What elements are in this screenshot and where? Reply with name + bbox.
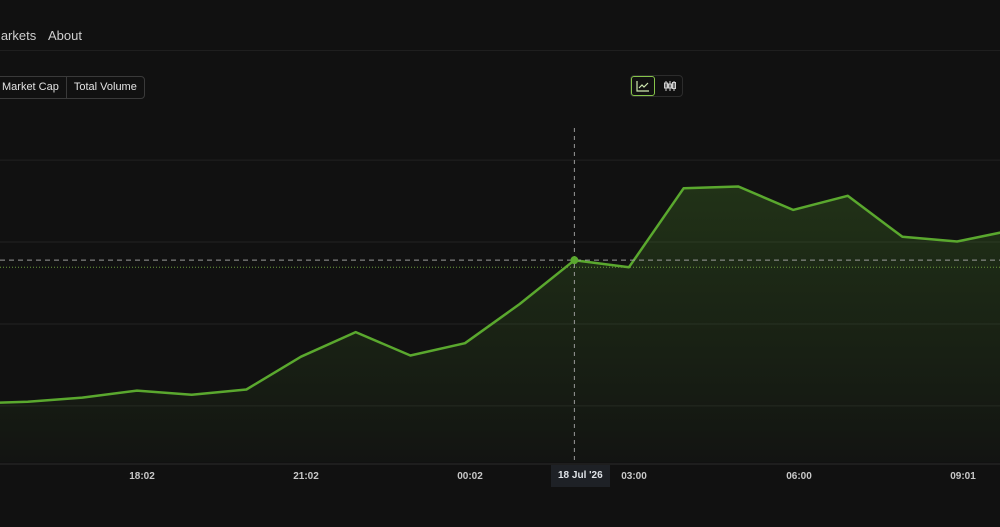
x-tick-label: 00:02 <box>457 471 483 482</box>
x-tick-label: 21:02 <box>293 471 319 482</box>
chart-view-toggle <box>630 75 683 97</box>
x-tick-label: 18:02 <box>129 471 155 482</box>
candlestick-icon <box>664 81 676 91</box>
line-chart-icon <box>636 81 649 92</box>
x-tick-label: 06:00 <box>786 471 812 482</box>
crosshair-date-label: 18 Jul '26 <box>551 465 610 487</box>
nav-about-link[interactable]: About <box>48 28 82 43</box>
candlestick-view-button[interactable] <box>658 76 682 96</box>
x-tick-label: 09:01 <box>950 471 976 482</box>
line-view-button[interactable] <box>631 76 655 96</box>
market-cap-button[interactable]: Market Cap <box>0 77 66 98</box>
nav-markets-link[interactable]: Markets <box>0 28 36 43</box>
x-tick-label: 03:00 <box>621 471 647 482</box>
total-volume-button[interactable]: Total Volume <box>65 77 144 98</box>
crosshair-point <box>570 256 579 265</box>
metric-toggle: Market Cap Total Volume <box>0 76 145 99</box>
price-chart[interactable] <box>0 110 1000 527</box>
top-nav: Markets About <box>0 0 1000 51</box>
